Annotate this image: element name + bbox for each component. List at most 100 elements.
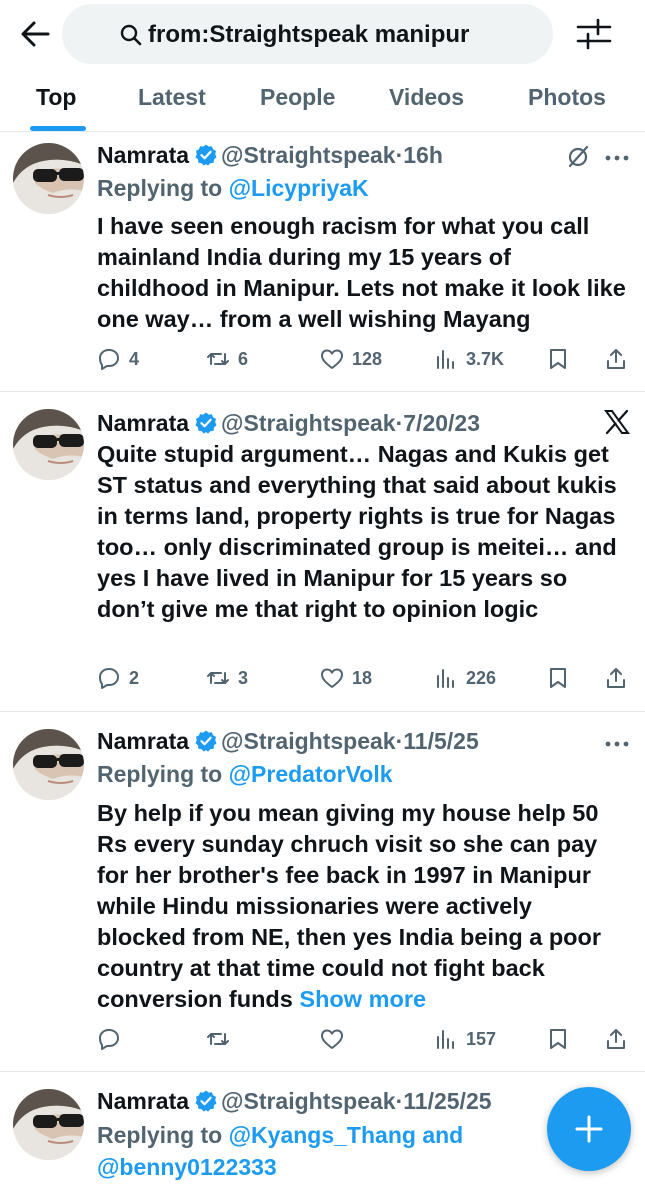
search-query[interactable]: from:Straightspeak manipur [148,21,469,49]
reply-button[interactable] [97,1024,121,1054]
avatar[interactable] [13,1089,84,1160]
handle[interactable]: @Straightspeak [221,142,396,168]
tweet-actions: 4 6 128 3.7K [0,344,645,374]
reply-mention-2[interactable]: @benny0122333 [97,1154,277,1180]
views-button[interactable]: 226 [434,663,496,693]
retweet-count: 3 [238,667,249,688]
verified-badge-icon [195,730,217,752]
reply-joiner: and [422,1122,464,1148]
views-button[interactable]: 157 [434,1024,496,1054]
reply-button[interactable]: 2 [97,663,139,693]
tweet-actions: 2 3 18 226 [0,663,645,693]
tweet[interactable]: Namrata @Straightspeak·7/20/23 Quite stup… [0,393,645,712]
timestamp[interactable]: 7/20/23 [403,410,480,436]
tweet-header: Namrata @Straightspeak·11/5/25 [97,727,479,755]
replying-to: Replying to @LicypriyaK [97,173,369,203]
reply-mention[interactable]: @Kyangs_Thang [229,1122,416,1148]
bar-chart-icon [437,1030,454,1049]
tab-photos[interactable]: Photos [528,84,606,111]
timestamp[interactable]: 16h [403,142,443,168]
bar-chart-icon [437,350,454,369]
compose-button[interactable] [547,1087,631,1171]
verified-badge-icon [195,1090,217,1112]
heart-icon [321,1029,343,1049]
grok-button[interactable] [565,143,591,169]
more-dots-icon [605,155,629,161]
display-name[interactable]: Namrata [97,728,189,754]
avatar[interactable] [13,409,84,480]
retweet-button[interactable]: 6 [206,344,248,374]
bookmark-button[interactable] [546,344,570,374]
verified-badge-icon [195,412,217,434]
retweet-icon [207,1033,229,1045]
replying-to: Replying to @Kyangs_Thang and @benny0122… [97,1119,517,1183]
search-tabs: Top Latest People Videos Photos [0,70,645,132]
share-button[interactable] [604,1024,628,1054]
search-filter-button[interactable] [574,16,614,52]
more-options-button[interactable] [604,736,630,747]
timestamp[interactable]: 11/5/25 [403,728,478,754]
reply-count: 4 [129,348,140,369]
search-icon [120,24,142,46]
avatar-photo [13,729,84,800]
avatar-photo [13,143,84,214]
like-button[interactable] [320,1024,344,1054]
share-arrow-icon [607,349,625,369]
bar-chart-icon [437,669,454,688]
handle[interactable]: @Straightspeak [221,728,396,754]
tab-top[interactable]: Top [36,84,76,111]
replying-to-label: Replying to [97,761,223,787]
retweet-button[interactable]: 3 [206,663,248,693]
handle[interactable]: @Straightspeak [221,410,396,436]
share-arrow-icon [607,1029,625,1049]
share-button[interactable] [604,663,628,693]
replying-to-label: Replying to [97,1122,223,1148]
view-count: 157 [466,1028,497,1049]
tweet-header: Namrata @Straightspeak·16h [97,141,443,169]
tab-people[interactable]: People [260,84,335,111]
view-count: 226 [466,667,497,688]
retweet-count: 6 [238,348,249,369]
reply-button[interactable]: 4 [97,344,139,374]
handle[interactable]: @Straightspeak [221,1088,396,1114]
like-count: 18 [352,667,373,688]
avatar-photo [13,1089,84,1160]
tweet-text-body: By help if you mean giving my house help… [97,800,602,1012]
tweet-header: Namrata @Straightspeak·7/20/23 [97,409,480,437]
like-button[interactable]: 128 [320,344,382,374]
tab-videos[interactable]: Videos [389,84,464,111]
share-button[interactable] [604,344,628,374]
tweet-actions: 157 [0,1024,645,1054]
heart-icon [321,349,343,369]
reply-icon [99,1029,119,1050]
display-name[interactable]: Namrata [97,1088,189,1114]
tweet-text: Quite stupid argument… Nagas and Kukis g… [97,441,617,622]
timestamp[interactable]: 11/25/25 [403,1088,491,1114]
tab-latest[interactable]: Latest [138,84,206,111]
display-name[interactable]: Namrata [97,410,189,436]
reply-mention[interactable]: @LicypriyaK [229,175,369,201]
heart-icon [321,668,343,688]
views-button[interactable]: 3.7K [434,344,504,374]
retweet-button[interactable] [206,1024,230,1054]
tweet[interactable]: Namrata @Straightspeak·11/5/25 Replying t… [0,713,645,1072]
bookmark-button[interactable] [546,663,570,693]
avatar[interactable] [13,143,84,214]
tweet[interactable]: Namrata @Straightspeak·16h Replying to @L… [0,133,645,392]
avatar[interactable] [13,729,84,800]
show-more-link[interactable]: Show more [299,986,426,1012]
replying-to-label: Replying to [97,175,223,201]
like-button[interactable]: 18 [320,663,372,693]
reply-mention[interactable]: @PredatorVolk [229,761,393,787]
share-arrow-icon [607,668,625,688]
more-options-button[interactable] [604,150,630,161]
back-button[interactable] [18,18,54,50]
bookmark-button[interactable] [546,1024,570,1054]
view-count: 3.7K [466,348,505,369]
x-source-button[interactable] [603,409,631,435]
avatar-photo [13,409,84,480]
display-name[interactable]: Namrata [97,142,189,168]
bookmark-icon [550,349,566,369]
replying-to: Replying to @PredatorVolk [97,759,393,789]
search-input[interactable]: from:Straightspeak manipur [62,4,553,64]
